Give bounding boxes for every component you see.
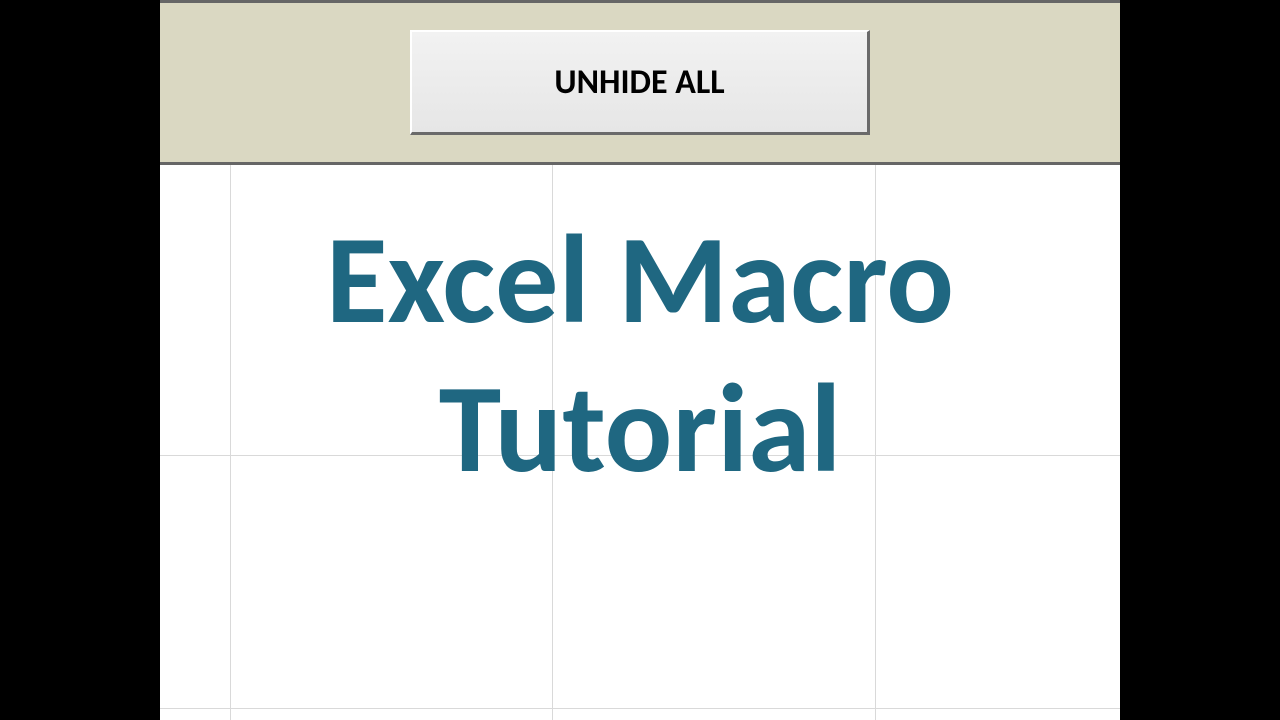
gridline-horizontal (160, 708, 1120, 709)
title-line-2: Tutorial (439, 351, 842, 505)
header-row: UNHIDE ALL (160, 0, 1120, 165)
tutorial-title: Excel Macro Tutorial (160, 205, 1120, 502)
letterbox-right (1120, 0, 1280, 720)
spreadsheet-view: UNHIDE ALL Excel Macro Tutorial (160, 0, 1120, 720)
letterbox-left (0, 0, 160, 720)
spreadsheet-grid[interactable]: Excel Macro Tutorial (160, 165, 1120, 720)
title-line-1: Excel Macro (326, 202, 954, 356)
unhide-all-button[interactable]: UNHIDE ALL (410, 30, 870, 135)
